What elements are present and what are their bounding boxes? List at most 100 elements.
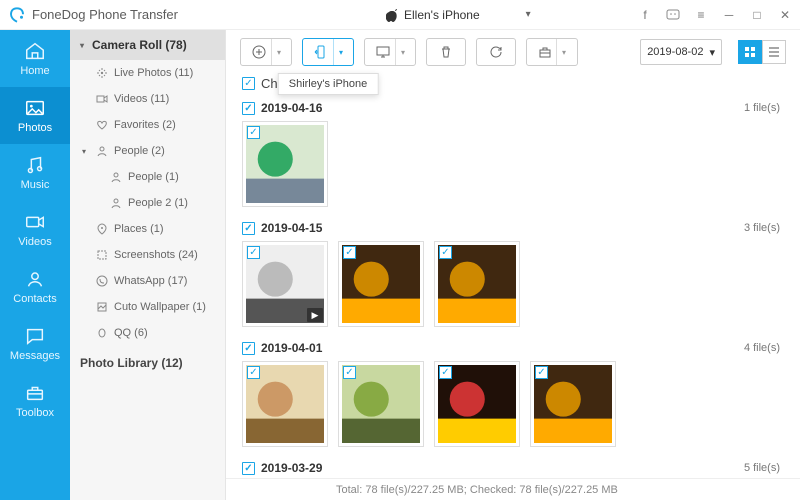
music-icon xyxy=(24,154,46,176)
people-icon xyxy=(96,145,108,157)
checkbox-icon: ✓ xyxy=(242,222,255,235)
grid-view-button[interactable] xyxy=(738,40,762,64)
sidebar-camera-roll[interactable]: ▾Camera Roll (78) xyxy=(70,30,225,60)
device-selector[interactable]: Ellen's iPhone ▾ xyxy=(378,5,539,25)
sidebar-live-photos[interactable]: Live Photos (11) xyxy=(70,60,225,86)
rail-contacts[interactable]: Contacts xyxy=(0,258,70,315)
sidebar-places[interactable]: Places (1) xyxy=(70,216,225,242)
checkbox-icon[interactable]: ✓ xyxy=(439,246,452,259)
group-date: 2019-04-16 xyxy=(261,101,322,115)
date-filter[interactable]: 2019-08-02▾ xyxy=(640,39,722,65)
sidebar-people[interactable]: ▾People (2) xyxy=(70,138,225,164)
videos-icon xyxy=(24,211,46,233)
list-icon xyxy=(768,46,780,58)
chevron-down-icon: ▾ xyxy=(333,39,343,65)
date-group-header[interactable]: ✓2019-04-153 file(s) xyxy=(242,221,784,235)
video-icon xyxy=(96,93,108,105)
delete-button[interactable] xyxy=(426,38,466,66)
sidebar-videos[interactable]: Videos (11) xyxy=(70,86,225,112)
sidebar-whatsapp[interactable]: WhatsApp (17) xyxy=(70,268,225,294)
more-tools-button[interactable]: ▾ xyxy=(526,38,578,66)
logo-icon xyxy=(8,6,26,24)
device-name: Ellen's iPhone xyxy=(404,8,480,22)
date-group-header[interactable]: ✓2019-04-161 file(s) xyxy=(242,101,784,115)
sidebar-cuto[interactable]: Cuto Wallpaper (1) xyxy=(70,294,225,320)
group-file-count: 1 file(s) xyxy=(744,102,784,114)
thumbnail-row: ✓ xyxy=(242,115,784,215)
minimize-icon[interactable]: ─ xyxy=(722,8,736,22)
content-pane: ▾ ▾ Shirley's iPhone ▾ ▾ 2019-08-02▾ ✓Ch… xyxy=(226,30,800,500)
nav-rail: Home Photos Music Videos Contacts Messag… xyxy=(0,30,70,500)
checkbox-icon[interactable]: ✓ xyxy=(343,366,356,379)
date-group-header[interactable]: ✓2019-04-014 file(s) xyxy=(242,341,784,355)
person-icon xyxy=(110,197,122,209)
video-badge-icon: ▶ xyxy=(307,308,323,322)
close-icon[interactable]: ✕ xyxy=(778,8,792,22)
checkbox-icon: ✓ xyxy=(242,462,255,475)
photo-item[interactable]: ✓ xyxy=(338,361,424,447)
monitor-icon xyxy=(375,44,391,60)
group-date: 2019-03-29 xyxy=(261,461,322,475)
sidebar-people-1[interactable]: People (1) xyxy=(70,164,225,190)
photo-item[interactable]: ✓ xyxy=(242,121,328,207)
sidebar-photo-library[interactable]: Photo Library (12) xyxy=(70,346,225,380)
list-view-button[interactable] xyxy=(762,40,786,64)
checkbox-icon: ✓ xyxy=(242,77,255,90)
checkbox-icon[interactable]: ✓ xyxy=(247,126,260,139)
chevron-down-icon: ▾ xyxy=(395,39,405,65)
checkbox-icon[interactable]: ✓ xyxy=(343,246,356,259)
trash-icon xyxy=(439,45,453,59)
sidebar-screenshots[interactable]: Screenshots (24) xyxy=(70,242,225,268)
app-title: FoneDog Phone Transfer xyxy=(32,7,178,22)
refresh-button[interactable] xyxy=(476,38,516,66)
checkbox-icon[interactable]: ✓ xyxy=(247,366,260,379)
messages-icon xyxy=(24,325,46,347)
maximize-icon[interactable]: □ xyxy=(750,8,764,22)
chevron-down-icon: ▾ xyxy=(556,39,566,65)
checkbox-icon[interactable]: ✓ xyxy=(247,246,260,259)
qq-icon xyxy=(96,327,108,339)
rail-music[interactable]: Music xyxy=(0,144,70,201)
wallpaper-icon xyxy=(96,301,108,313)
rail-home[interactable]: Home xyxy=(0,30,70,87)
photo-gallery: ✓2019-04-161 file(s)✓✓2019-04-153 file(s… xyxy=(226,95,800,478)
window-controls: f ≡ ─ □ ✕ xyxy=(638,8,792,22)
rail-photos[interactable]: Photos xyxy=(0,87,70,144)
export-to-pc-button[interactable]: ▾ xyxy=(364,38,416,66)
photo-item[interactable]: ✓ xyxy=(530,361,616,447)
menu-icon[interactable]: ≡ xyxy=(694,8,708,22)
photos-icon xyxy=(24,97,46,119)
photo-item[interactable]: ✓▶ xyxy=(242,241,328,327)
transfer-target-tooltip: Shirley's iPhone xyxy=(278,73,379,95)
checkbox-icon[interactable]: ✓ xyxy=(439,366,452,379)
plus-circle-icon xyxy=(251,44,267,60)
toolbox-icon xyxy=(24,382,46,404)
caret-down-icon: ▾ xyxy=(80,41,88,50)
refresh-icon xyxy=(489,45,503,59)
checkbox-icon[interactable]: ✓ xyxy=(535,366,548,379)
photo-item[interactable]: ✓ xyxy=(434,361,520,447)
social-fb-icon[interactable]: f xyxy=(638,8,652,22)
sidebar-favorites[interactable]: Favorites (2) xyxy=(70,112,225,138)
sparkle-icon xyxy=(96,67,108,79)
transfer-to-device-button[interactable]: ▾ Shirley's iPhone xyxy=(302,38,354,66)
person-icon xyxy=(110,171,122,183)
rail-videos[interactable]: Videos xyxy=(0,201,70,258)
phone-transfer-icon xyxy=(313,44,329,60)
date-group-header[interactable]: ✓2019-03-295 file(s) xyxy=(242,461,784,475)
group-file-count: 4 file(s) xyxy=(744,342,784,354)
rail-messages[interactable]: Messages xyxy=(0,315,70,372)
rail-toolbox[interactable]: Toolbox xyxy=(0,372,70,429)
home-icon xyxy=(24,40,46,62)
feedback-icon[interactable] xyxy=(666,8,680,22)
pin-icon xyxy=(96,223,108,235)
photo-item[interactable]: ✓ xyxy=(338,241,424,327)
caret-down-icon: ▾ xyxy=(709,46,715,59)
sidebar-people-2[interactable]: People 2 (1) xyxy=(70,190,225,216)
add-button[interactable]: ▾ xyxy=(240,38,292,66)
titlebar: FoneDog Phone Transfer Ellen's iPhone ▾ … xyxy=(0,0,800,30)
photo-item[interactable]: ✓ xyxy=(242,361,328,447)
sidebar-qq[interactable]: QQ (6) xyxy=(70,320,225,346)
photo-item[interactable]: ✓ xyxy=(434,241,520,327)
group-file-count: 3 file(s) xyxy=(744,222,784,234)
